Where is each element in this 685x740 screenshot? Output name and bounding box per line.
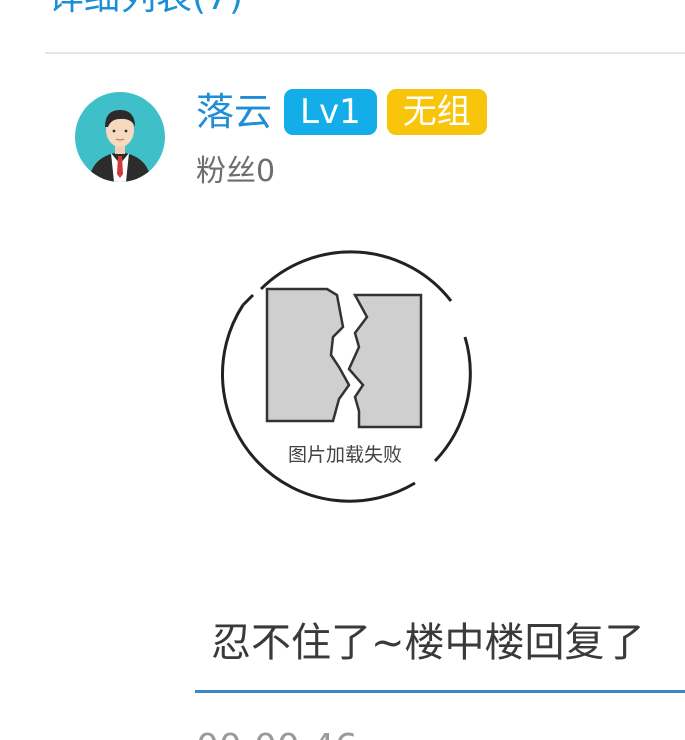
comment-detail-page: 详细列表(7) 落云 Lv1 无组 粉丝0 图片加载失败 忍不住了~楼	[0, 0, 685, 740]
reply-input[interactable]: 忍不住了~楼中楼回复了	[195, 610, 685, 693]
user-info-row: 落云 Lv1 无组	[196, 87, 497, 137]
level-badge: Lv1	[284, 89, 377, 135]
broken-image-icon[interactable]: 图片加载失败	[215, 245, 475, 505]
reply-text: 忍不住了~楼中楼回复了	[211, 620, 645, 666]
post-timestamp: 00:00:46	[196, 728, 358, 740]
page-title: 详细列表(7)	[48, 0, 243, 18]
broken-image-caption: 图片加载失败	[288, 444, 402, 466]
male-avatar-icon[interactable]	[75, 92, 165, 182]
group-badge: 无组	[386, 89, 487, 135]
fans-count: 粉丝0	[196, 154, 276, 189]
header-divider	[45, 52, 685, 54]
username-link[interactable]: 落云	[196, 89, 272, 135]
